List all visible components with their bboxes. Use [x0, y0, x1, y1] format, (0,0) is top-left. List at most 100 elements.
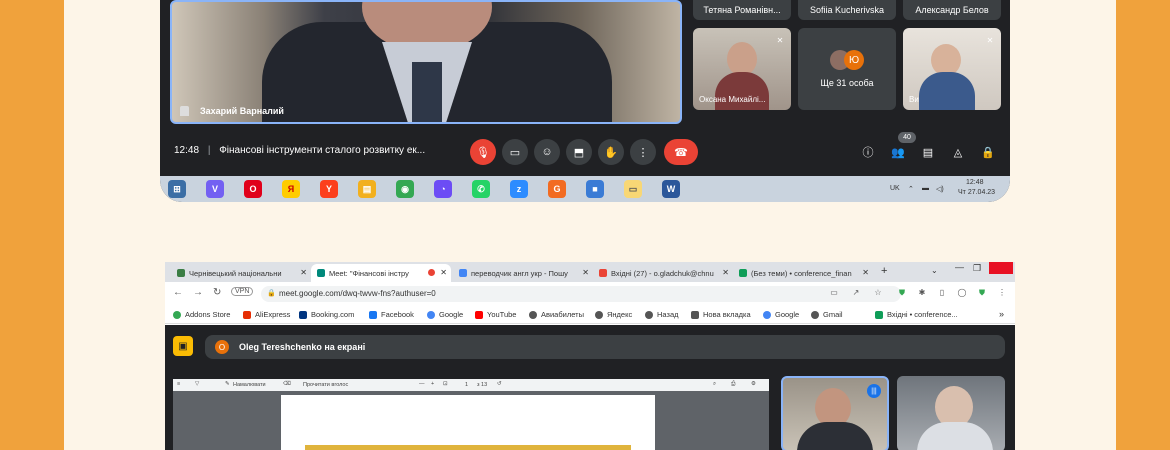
minimize-button[interactable]: —: [955, 262, 964, 272]
emoji-button[interactable]: ☺: [534, 139, 560, 165]
3d-box-icon[interactable]: ■: [586, 180, 604, 198]
input-language[interactable]: UK: [890, 185, 900, 192]
fit-page-icon[interactable]: ⊡: [443, 381, 448, 387]
whatsapp-icon[interactable]: ✆: [472, 180, 490, 198]
word-icon[interactable]: W: [662, 180, 680, 198]
browser-tab-conference[interactable]: (Без теми) • conference_finan ✕: [733, 264, 873, 282]
notes-icon[interactable]: ▤: [358, 180, 376, 198]
bookmark-item[interactable]: AliExpress: [243, 310, 290, 319]
browser-tab-meet[interactable]: Meet: "Фінансові інстру ✕: [311, 264, 451, 282]
sidebar-icon[interactable]: ▯: [937, 288, 947, 298]
close-icon[interactable]: ✕: [722, 268, 729, 277]
clock-time[interactable]: 12:48: [966, 179, 984, 186]
sync-icon[interactable]: ◔: [434, 180, 452, 198]
bookmark-item[interactable]: Яндекс: [595, 310, 632, 319]
bookmark-star-icon[interactable]: ☆: [873, 288, 883, 298]
close-icon[interactable]: ✕: [300, 268, 307, 277]
viber-icon[interactable]: V: [206, 180, 224, 198]
zoom-icon[interactable]: z: [510, 180, 528, 198]
clock-date[interactable]: Чт 27.04.23: [958, 189, 995, 196]
draw-icon[interactable]: ✎: [225, 381, 230, 387]
app-g-icon[interactable]: G: [548, 180, 566, 198]
bookmark-item[interactable]: Вхідні • conference...: [875, 310, 958, 319]
close-icon[interactable]: ✕: [440, 268, 447, 277]
hang-up-button[interactable]: ☎: [664, 139, 698, 165]
yandex-browser-icon[interactable]: Я: [282, 180, 300, 198]
url-field[interactable]: 🔒 meet.google.com/dwq-twvw-fns?authuser=…: [261, 286, 901, 302]
host-controls-icon[interactable]: 🔒: [980, 144, 996, 160]
bookmark-item[interactable]: Addons Store: [173, 310, 230, 319]
zoom-out-icon[interactable]: —: [419, 381, 425, 387]
people-icon[interactable]: 👥: [890, 144, 906, 160]
bookmark-item[interactable]: Gmail: [811, 310, 843, 319]
share-icon[interactable]: ↗: [851, 288, 861, 298]
camera-button[interactable]: ▭: [502, 139, 528, 165]
volume-icon[interactable]: ◁): [936, 185, 944, 193]
shield-icon[interactable]: ⛊: [897, 288, 907, 298]
mic-off-icon: ✕: [986, 36, 994, 45]
extensions-icon[interactable]: ✱: [917, 288, 927, 298]
bookmark-item[interactable]: Booking.com: [299, 310, 354, 319]
mic-toggle-button[interactable]: 🎙: [470, 139, 496, 165]
vpn-badge[interactable]: VPN: [231, 287, 254, 296]
browser-tab-university[interactable]: Чернівецький національни ✕: [171, 264, 311, 282]
bookmark-item[interactable]: Google: [427, 310, 463, 319]
browser-tab-gmail[interactable]: Вхідні (27) - o.gladchuk@chnu ✕: [593, 264, 733, 282]
tray-chevron-icon[interactable]: ⌃: [908, 185, 914, 193]
browser-screenshot-bottom: Чернівецький національни ✕ Meet: "Фінансо…: [165, 262, 1015, 450]
close-window-button[interactable]: [989, 262, 1013, 274]
more-options-button[interactable]: ⋮: [630, 139, 656, 165]
bookmark-item[interactable]: Google: [763, 310, 799, 319]
present-button[interactable]: ⬒: [566, 139, 592, 165]
forward-icon[interactable]: →: [193, 287, 203, 298]
bookmark-item[interactable]: Facebook: [369, 310, 414, 319]
page-count: з 13: [477, 382, 488, 388]
yandex-icon[interactable]: Y: [320, 180, 338, 198]
bookmark-item[interactable]: Авиабилеты: [529, 310, 584, 319]
new-tab-button[interactable]: +: [881, 265, 887, 277]
raise-hand-button[interactable]: ✋: [598, 139, 624, 165]
settings-icon[interactable]: ⚙: [751, 381, 756, 387]
chat-icon[interactable]: ▤: [920, 144, 936, 160]
more-bookmarks-icon[interactable]: »: [999, 309, 1004, 319]
save-icon[interactable]: ⎙: [731, 381, 735, 388]
bookmark-item[interactable]: YouTube: [475, 310, 516, 319]
participant-tile-self[interactable]: ✕ Ви: [903, 28, 1001, 110]
file-explorer-icon[interactable]: ▭: [624, 180, 642, 198]
eraser-icon[interactable]: ⌫: [283, 381, 291, 387]
rotate-icon[interactable]: ↺: [497, 381, 502, 387]
menu-icon[interactable]: ⋮: [997, 288, 1007, 298]
info-icon[interactable]: ⓘ: [860, 144, 876, 160]
close-icon[interactable]: ✕: [582, 268, 589, 277]
profile-icon[interactable]: ◯: [957, 288, 967, 298]
network-icon[interactable]: ▬: [922, 185, 929, 192]
participant-tile-more[interactable]: Ю Ще 31 особа: [798, 28, 896, 110]
opera-icon[interactable]: O: [244, 180, 262, 198]
bookmark-item[interactable]: Нова вкладка: [691, 310, 751, 319]
participants-count-badge: 40: [898, 132, 916, 143]
participant-tile-oksana[interactable]: ✕ Оксана Михайлі...: [693, 28, 791, 110]
filter-icon[interactable]: ▽: [195, 381, 199, 387]
zoom-in-icon[interactable]: +: [431, 381, 434, 387]
document-title-band: [305, 445, 631, 450]
reload-icon[interactable]: ↻: [213, 287, 221, 298]
start-icon[interactable]: ⊞: [168, 180, 186, 198]
bookmark-item[interactable]: Назад: [645, 310, 679, 319]
maximize-button[interactable]: ❐: [973, 263, 981, 274]
participant-tile-elder[interactable]: [897, 376, 1005, 450]
participant-tile-speaker[interactable]: |||: [781, 376, 889, 450]
page-number-input[interactable]: 1: [465, 382, 468, 388]
main-speaker-tile[interactable]: Захарий Варналий: [170, 0, 682, 124]
tab-search-icon[interactable]: ⌄: [931, 266, 938, 275]
search-icon[interactable]: ⌕: [713, 381, 716, 388]
adblock-icon[interactable]: ⛊: [977, 288, 987, 298]
shared-document[interactable]: ≡ ▽ ✎ Намалювати ⌫ Прочитати вголос — + …: [173, 379, 769, 450]
back-icon[interactable]: ←: [173, 287, 183, 298]
chrome-icon[interactable]: ◉: [396, 180, 414, 198]
presentation-icon[interactable]: ▣: [173, 336, 193, 356]
camera-permission-icon[interactable]: ▭: [829, 288, 839, 298]
close-icon[interactable]: ✕: [862, 268, 869, 277]
activities-icon[interactable]: ◬: [950, 144, 966, 160]
browser-tab-translate[interactable]: переводчик англ укр - Пошу ✕: [453, 264, 593, 282]
menu-icon[interactable]: ≡: [177, 381, 180, 387]
